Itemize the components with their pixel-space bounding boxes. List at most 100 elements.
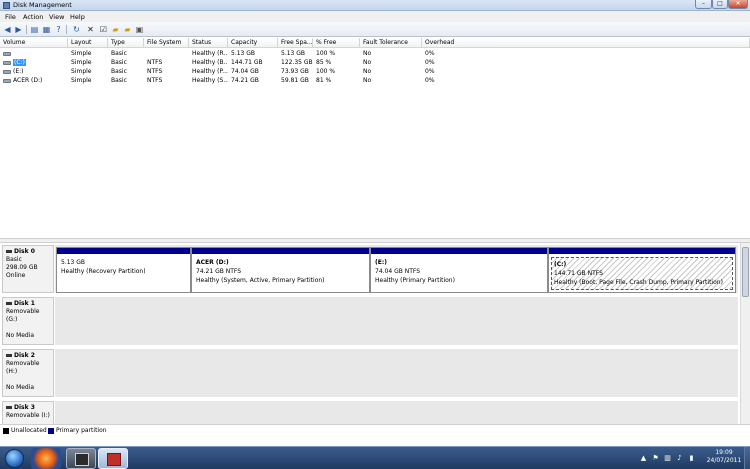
menu-view[interactable]: View	[49, 13, 64, 21]
free-cell: 73.93 GB	[281, 68, 309, 75]
partition-size: 5.13 GB	[61, 259, 86, 266]
volume-icon	[3, 78, 11, 83]
partition-status: Healthy (Recovery Partition)	[61, 268, 146, 275]
volume-cell: (C:)	[0, 58, 68, 67]
partition-color-bar	[371, 248, 547, 254]
table-row[interactable]: (C:) Simple Basic NTFS Healthy (B... 144…	[0, 58, 750, 67]
toolbar: ◀ ▶ ▤ ▦ ? ↻ ✕ ☑ ▰ ▰ ▣	[0, 22, 750, 37]
partition-color-bar	[57, 248, 190, 254]
disk-size: 298.09 GB	[6, 264, 38, 271]
disk-type: Basic	[6, 256, 22, 263]
status-cell: Healthy (R...	[192, 50, 228, 57]
toolbar-separator	[26, 25, 27, 34]
column-header-layout[interactable]: Layout	[68, 38, 108, 48]
status-cell: Healthy (B...	[192, 59, 228, 66]
disk-3-label[interactable]: Disk 3 Removable (I:)	[2, 401, 54, 424]
table-row[interactable]: ACER (D:) Simple Basic NTFS Healthy (S..…	[0, 76, 750, 85]
type-cell: Basic	[111, 59, 127, 66]
unallocated-swatch	[3, 427, 9, 434]
column-header-status[interactable]: Status	[189, 38, 228, 48]
percent-free-cell: 100 %	[316, 50, 336, 57]
battery-icon[interactable]: ▮	[688, 455, 695, 462]
legend-label: Unallocated	[11, 427, 47, 434]
clock-time: 19:09	[715, 449, 733, 456]
menu-action[interactable]: Action	[23, 13, 43, 21]
forward-arrow-icon[interactable]: ▶	[14, 25, 23, 34]
volume-cell: (E:)	[0, 67, 68, 76]
capacity-cell: 74.21 GB	[231, 77, 259, 84]
app-glyph	[75, 453, 89, 466]
close-button[interactable]: ✕	[728, 0, 748, 9]
show-desktop-button[interactable]	[744, 447, 750, 469]
disk-type: Removable (G:)	[6, 308, 40, 323]
fault-tolerance-cell: No	[363, 50, 372, 57]
partition-size: 74.21 GB NTFS	[196, 268, 242, 275]
column-header-volume[interactable]: Volume	[0, 38, 68, 48]
disk-2-label[interactable]: Disk 2 Removable (H:) No Media	[2, 349, 54, 397]
start-button[interactable]	[5, 449, 24, 468]
disk-properties-icon[interactable]: ▣	[135, 25, 144, 34]
partition-size: 74.04 GB NTFS	[375, 268, 421, 275]
partition-status: Healthy (Boot, Page File, Crash Dump, Pr…	[554, 279, 723, 286]
network-icon[interactable]: ▥	[664, 455, 671, 462]
explore-icon[interactable]: ▰	[123, 25, 132, 34]
delete-icon[interactable]: ✕	[86, 25, 95, 34]
volume-icon[interactable]: ♪	[676, 455, 683, 462]
toolbar-separator	[66, 25, 67, 34]
console-tree-icon[interactable]: ▤	[30, 25, 39, 34]
disk-view-scrollbar[interactable]	[740, 243, 750, 424]
scrollbar-thumb[interactable]	[742, 247, 749, 297]
partition-e[interactable]: (E:) 74.04 GB NTFS Healthy (Primary Part…	[370, 247, 548, 293]
title-bar: Disk Management – □ ✕	[0, 0, 750, 11]
open-folder-icon[interactable]: ▰	[111, 25, 120, 34]
disk-management-icon[interactable]	[98, 448, 128, 469]
check-icon[interactable]: ☑	[99, 25, 108, 34]
percent-free-cell: 85 %	[316, 59, 332, 66]
column-header-type[interactable]: Type	[108, 38, 144, 48]
back-arrow-icon[interactable]: ◀	[3, 25, 12, 34]
disk-0-partitions: 5.13 GB Healthy (Recovery Partition) ACE…	[55, 245, 738, 293]
partition-acer-d[interactable]: ACER (D:) 74.21 GB NTFS Healthy (System,…	[191, 247, 370, 293]
partition-name: (E:)	[375, 259, 387, 266]
menu-file[interactable]: File	[5, 13, 16, 21]
refresh-icon[interactable]: ↻	[72, 25, 81, 34]
properties-icon[interactable]: ▦	[42, 25, 51, 34]
disk-type: Removable (H:)	[6, 360, 40, 375]
table-row[interactable]: (E:) Simple Basic NTFS Healthy (P... 74.…	[0, 67, 750, 76]
disk-0-label[interactable]: Disk 0 Basic 298.09 GB Online	[2, 245, 54, 293]
column-header-overhead[interactable]: Overhead	[422, 38, 750, 48]
disk-1-area	[55, 297, 738, 345]
type-cell: Basic	[111, 77, 127, 84]
legend-primary-partition: Primary partition	[48, 427, 107, 435]
menu-help[interactable]: Help	[70, 13, 85, 21]
removable-disk-icon	[6, 302, 12, 305]
column-header-free-space[interactable]: Free Spa...	[278, 38, 313, 48]
minimize-button[interactable]: –	[695, 0, 712, 9]
clock[interactable]: 19:09 24/07/2011	[705, 449, 743, 465]
legend-unallocated: Unallocated	[3, 427, 47, 435]
column-header-capacity[interactable]: Capacity	[228, 38, 278, 48]
partition-c[interactable]: (C:) 144.71 GB NTFS Healthy (Boot, Page …	[548, 247, 736, 293]
layout-cell: Simple	[71, 59, 92, 66]
table-row[interactable]: Simple Basic Healthy (R... 5.13 GB 5.13 …	[0, 49, 750, 58]
column-header-percent-free[interactable]: % Free	[313, 38, 360, 48]
layout-cell: Simple	[71, 50, 92, 57]
percent-free-cell: 100 %	[316, 68, 336, 75]
maximize-button[interactable]: □	[712, 0, 728, 9]
column-header-file-system[interactable]: File System	[144, 38, 189, 48]
layout-cell: Simple	[71, 68, 92, 75]
percent-free-cell: 81 %	[316, 77, 332, 84]
flag-icon[interactable]: ⚑	[652, 455, 659, 462]
help-icon[interactable]: ?	[54, 25, 63, 34]
tray-arrow-icon[interactable]: ▲	[640, 455, 647, 462]
disk-2-area	[55, 349, 738, 397]
partition-recovery[interactable]: 5.13 GB Healthy (Recovery Partition)	[56, 247, 191, 293]
status-cell: Healthy (P...	[192, 68, 228, 75]
disk-3-area	[55, 401, 738, 424]
column-header-fault-tolerance[interactable]: Fault Tolerance	[360, 38, 422, 48]
legend: Unallocated Primary partition	[0, 424, 750, 436]
disk-1-label[interactable]: Disk 1 Removable (G:) No Media	[2, 297, 54, 345]
firefox-icon[interactable]	[31, 448, 61, 469]
internet-explorer-icon[interactable]	[66, 448, 96, 469]
disk-row-1: Disk 1 Removable (G:) No Media	[0, 295, 740, 347]
